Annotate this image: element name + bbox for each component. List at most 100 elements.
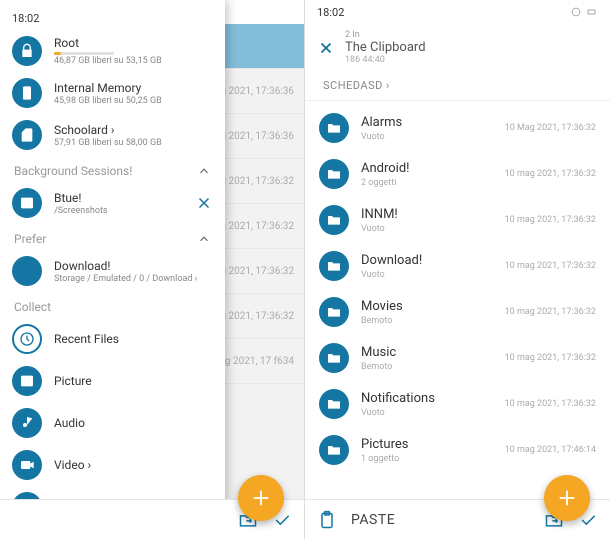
- status-bar: 18:02: [305, 0, 610, 24]
- storage-sub: 57,91 GB liberi su 58,00 GB: [54, 138, 213, 148]
- bg-session-item[interactable]: Btue!/Screenshots: [0, 182, 225, 224]
- folder-detail: Bemoto: [361, 316, 493, 326]
- sd-icon: [12, 120, 42, 150]
- folder-name: Pictures: [361, 437, 493, 452]
- folder-icon: [319, 343, 349, 373]
- image-icon: [12, 188, 42, 218]
- section-prefer[interactable]: Prefer: [0, 224, 225, 250]
- folder-date: 10 mag 2021, 17:36:32: [505, 399, 596, 409]
- folder-icon: [319, 205, 349, 235]
- phone-icon: [12, 78, 42, 108]
- storage-sub: 46,87 GB liberi su 53,15 GB: [54, 56, 213, 66]
- storage-root[interactable]: Root 46,87 GB liberi su 53,15 GB: [0, 30, 225, 72]
- list-item[interactable]: Download!Vuoto10 mag 2021, 17:36:32: [305, 243, 610, 289]
- storage-internal[interactable]: Internal Memory45,98 GB liberi su 50,25 …: [0, 72, 225, 114]
- folder-icon: [319, 159, 349, 189]
- folder-detail: Bemoto: [361, 362, 493, 372]
- folder-date: 10 mag 2021, 17:36:32: [505, 261, 596, 271]
- list-item[interactable]: Pictures 1 oggetto 10 mag 2021, 17:46:14: [305, 427, 610, 473]
- folder-icon: [319, 435, 349, 465]
- item-title: Btue!: [54, 191, 183, 205]
- item-sub: /Screenshots: [54, 206, 183, 216]
- fab-add[interactable]: [544, 475, 590, 521]
- folder-name: INNM!: [361, 207, 493, 222]
- item-title: Picture: [54, 374, 213, 388]
- item-title: Recent Files: [54, 332, 213, 346]
- list-item[interactable]: NotificationsVuoto10 mag 2021, 17:36:32: [305, 381, 610, 427]
- folder-detail: Vuoto: [361, 224, 493, 234]
- status-icons: [570, 6, 598, 18]
- download-icon: [12, 256, 42, 286]
- folder-date: 10 mag 2021, 17:36:32: [505, 307, 596, 317]
- phone-left: 10 mag 2021, 17:36:36 10 mag 2021, 17:36…: [0, 0, 305, 539]
- clip-title: The Clipboard: [345, 40, 426, 55]
- clip-sub: 186 44:40: [345, 55, 426, 65]
- storage-title: Internal Memory: [54, 81, 213, 95]
- folder-icon: [319, 297, 349, 327]
- folder-name: Alarms: [361, 115, 493, 130]
- list-item[interactable]: INNM! Vuoto 10 mag 2021, 17:36:32: [305, 197, 610, 243]
- list-item[interactable]: Alarms Vuoto 10 Mag 2021, 17:36:32: [305, 105, 610, 151]
- usage-bar: [54, 52, 114, 55]
- chevron-up-icon: [197, 232, 211, 246]
- storage-sdcard[interactable]: Schoolard ›57,91 GB liberi su 58,00 GB: [0, 114, 225, 156]
- folder-date: 10 Mag 2021, 17:36:32: [505, 123, 596, 133]
- folder-icon: [319, 251, 349, 281]
- list-item[interactable]: MusicBemoto10 mag 2021, 17:36:32: [305, 335, 610, 381]
- clip-count: 2 In: [345, 30, 426, 40]
- signal-icon: [570, 6, 582, 18]
- storage-title: Root: [54, 36, 213, 50]
- section-label: Background Sessions!: [14, 164, 132, 178]
- section-label: Prefer: [14, 232, 46, 246]
- collect-audio[interactable]: Audio: [0, 402, 225, 444]
- navigation-drawer[interactable]: 18:02 Root 46,87 GB liberi su 53,15 GB In…: [0, 0, 225, 539]
- clock-icon: [12, 324, 42, 354]
- folder-detail: Vuoto: [361, 270, 493, 280]
- video-icon: [12, 450, 42, 480]
- storage-sub: 45,98 GB liberi su 50,25 GB: [54, 96, 213, 106]
- prefer-download[interactable]: Download!Storage / Emulated / 0 / Downlo…: [0, 250, 225, 292]
- folder-date: 10 mag 2021, 17:36:32: [505, 169, 596, 179]
- folder-detail: 1 oggetto: [361, 454, 493, 464]
- chevron-up-icon: [197, 164, 211, 178]
- image-icon: [12, 366, 42, 396]
- clipboard-icon[interactable]: [317, 510, 337, 530]
- folder-name: Movies: [361, 299, 493, 314]
- paste-button[interactable]: PASTE: [351, 512, 395, 528]
- folder-name: Notifications: [361, 391, 493, 406]
- item-title: Download!: [54, 259, 213, 273]
- status-time: 18:02: [317, 6, 344, 19]
- lock-icon: [12, 36, 42, 66]
- folder-detail: 2 oggetti: [361, 178, 493, 188]
- breadcrumb[interactable]: SCHEDASD ›: [305, 71, 610, 101]
- plus-icon: [556, 487, 578, 509]
- folder-detail: Vuoto: [361, 132, 493, 142]
- folder-name: Android!: [361, 161, 493, 176]
- collect-picture[interactable]: Picture: [0, 360, 225, 402]
- item-title: Audio: [54, 416, 213, 430]
- section-collect[interactable]: Collect: [0, 292, 225, 318]
- list-item[interactable]: Movies Bemoto 10 mag 2021, 17:36:32: [305, 289, 610, 335]
- storage-title: Schoolard ›: [54, 123, 213, 137]
- plus-icon: [250, 487, 272, 509]
- close-icon[interactable]: [317, 39, 335, 57]
- close-icon[interactable]: [195, 194, 213, 212]
- section-background[interactable]: Background Sessions!: [0, 156, 225, 182]
- folder-date: 10 mag 2021, 17:36:32: [505, 215, 596, 225]
- item-title: Video ›: [54, 458, 213, 472]
- section-label: Collect: [14, 300, 51, 314]
- status-bar: 18:02: [0, 6, 225, 30]
- collect-recent[interactable]: Recent Files: [0, 318, 225, 360]
- folder-date: 10 mag 2021, 17:46:14: [505, 445, 596, 455]
- fab-add[interactable]: [238, 475, 284, 521]
- phone-right: 18:02 2 In The Clipboard 186 44:40 SCHED…: [305, 0, 610, 539]
- folder-icon: [319, 113, 349, 143]
- battery-icon: [586, 6, 598, 18]
- item-sub: Storage / Emulated / 0 / Download ›: [54, 274, 213, 284]
- clipboard-header: 2 In The Clipboard 186 44:40: [305, 24, 610, 71]
- list-item[interactable]: Android! 2 oggetti 10 mag 2021, 17:36:32: [305, 151, 610, 197]
- folder-list[interactable]: Alarms Vuoto 10 Mag 2021, 17:36:32 Android…: [305, 105, 610, 499]
- collect-video[interactable]: Video ›: [0, 444, 225, 486]
- folder-icon: [319, 389, 349, 419]
- folder-name: Music: [361, 345, 493, 360]
